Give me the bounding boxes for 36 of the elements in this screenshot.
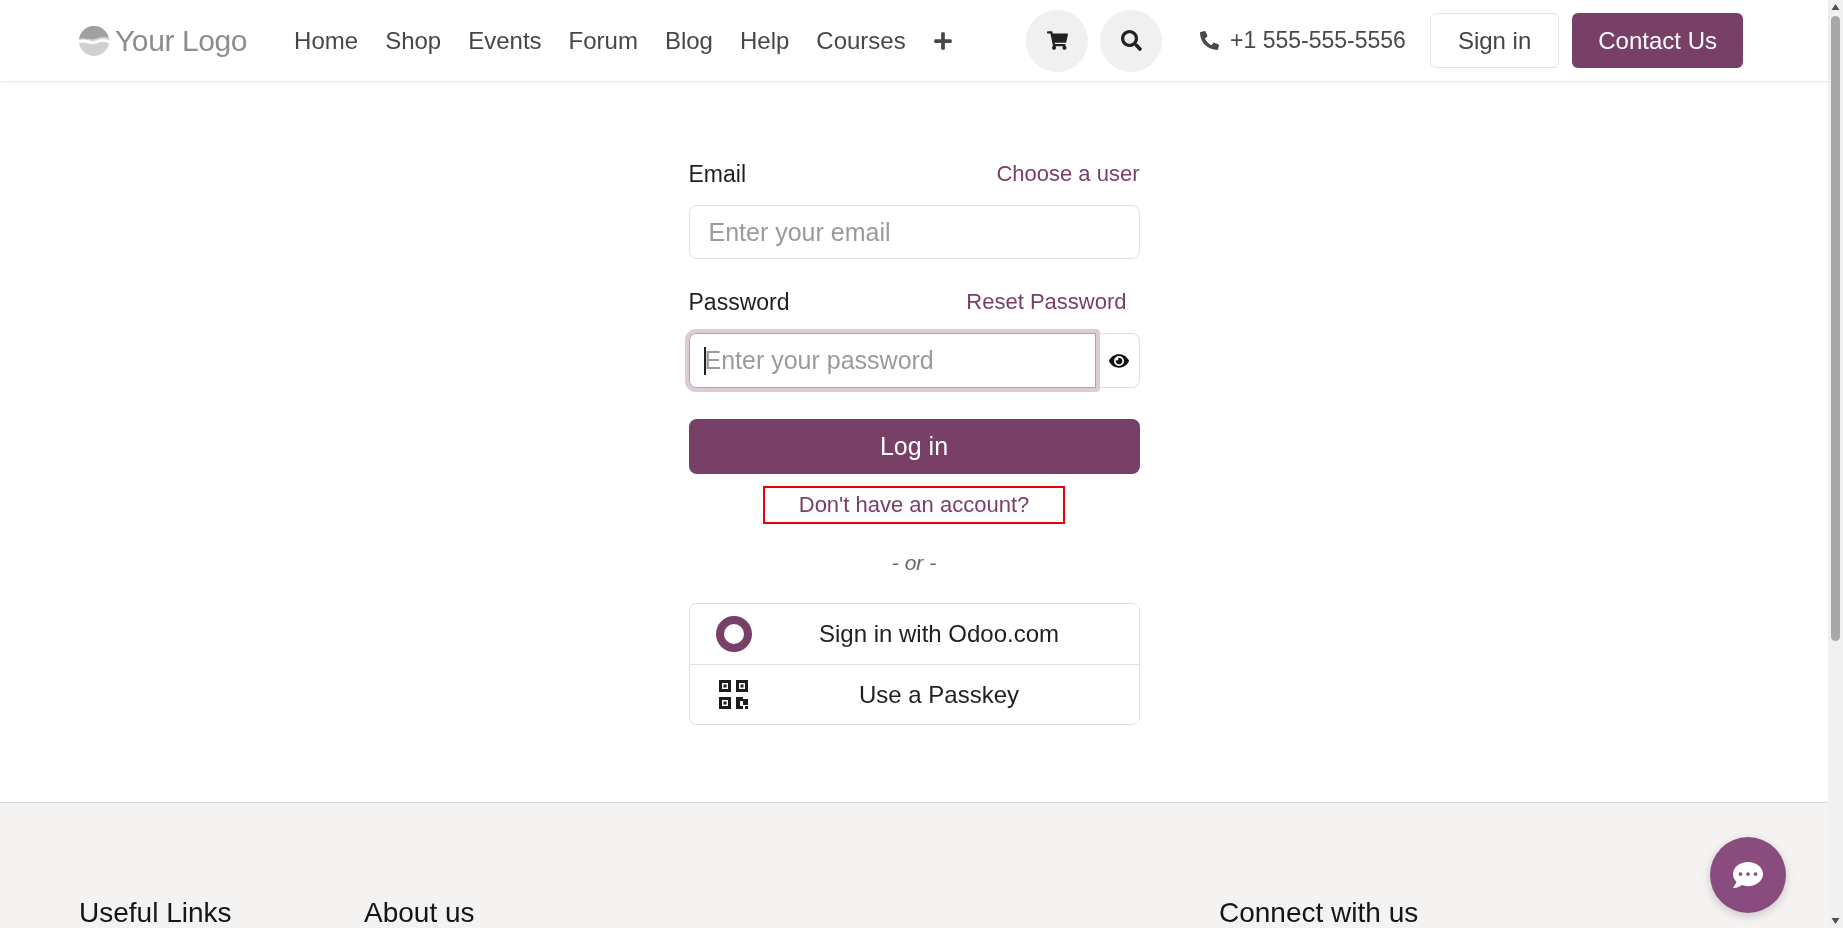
text-cursor [703, 346, 706, 375]
footer-heading: Useful Links [79, 897, 232, 928]
nav-link[interactable]: Home [294, 25, 359, 56]
sign-in-button[interactable]: Sign in [1429, 13, 1560, 68]
logo-text: Your Logo [115, 23, 248, 58]
provider-label: Sign in with Odoo.com [817, 620, 1061, 648]
nav-link[interactable]: Help [739, 25, 790, 56]
nav-link[interactable]: Courses [816, 25, 906, 56]
footer-heading: About us [364, 897, 475, 928]
cart-icon [1046, 30, 1068, 51]
reset-password-link[interactable]: Reset Password [966, 289, 1127, 315]
provider-option[interactable]: Use a Passkey [689, 664, 1139, 724]
footer-heading: Connect with us [1219, 897, 1419, 928]
nav-link[interactable]: Shop [385, 25, 442, 56]
plus-icon [932, 30, 953, 51]
show-password-button[interactable] [1099, 333, 1140, 388]
logo-icon [79, 25, 109, 56]
log-in-button[interactable]: Log in [688, 419, 1140, 474]
nav-link[interactable]: Blog [664, 25, 713, 56]
choose-user-link[interactable]: Choose a user [996, 161, 1140, 187]
password-field[interactable]: Enter your password [684, 329, 1100, 392]
email-field[interactable]: Enter your email [688, 205, 1140, 259]
field-label: Password [688, 288, 790, 316]
nav-link[interactable]: Forum [568, 25, 638, 56]
ring-icon [715, 616, 752, 652]
contact-button[interactable]: Contact Us [1572, 13, 1743, 68]
search-icon [1120, 30, 1142, 51]
field-label: Email [688, 160, 746, 188]
signup-link[interactable]: Don't have an account? [762, 486, 1066, 524]
phone-icon [1200, 31, 1220, 50]
nav-link[interactable]: Events [468, 25, 542, 56]
provider-label: Use a Passkey [857, 680, 1021, 709]
or-separator: - or - [891, 551, 937, 575]
more-menu-button[interactable] [932, 30, 953, 51]
chat-icon [1733, 860, 1763, 890]
qr-code-icon [719, 680, 748, 709]
